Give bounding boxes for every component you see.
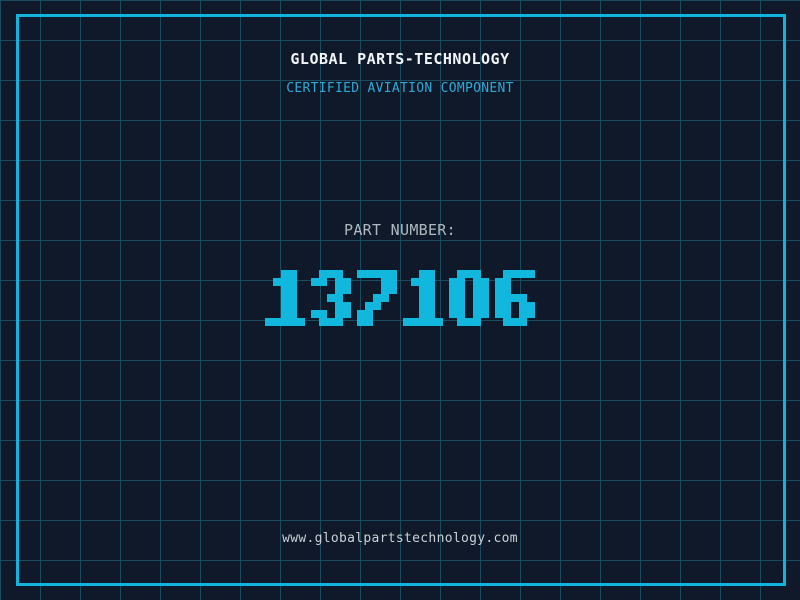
page-title: GLOBAL PARTS-TECHNOLOGY bbox=[0, 50, 800, 68]
pixel-digit bbox=[311, 270, 351, 326]
website-url: www.globalpartstechnology.com bbox=[0, 531, 800, 546]
pixel-digit bbox=[449, 270, 489, 326]
pixel-digit bbox=[357, 270, 397, 326]
pixel-digit bbox=[495, 270, 535, 326]
pixel-digit bbox=[265, 270, 305, 326]
page-subtitle: CERTIFIED AVIATION COMPONENT bbox=[0, 81, 800, 96]
pixel-digit bbox=[403, 270, 443, 326]
part-number-label: PART NUMBER: bbox=[0, 221, 800, 239]
part-number-display bbox=[0, 270, 800, 326]
